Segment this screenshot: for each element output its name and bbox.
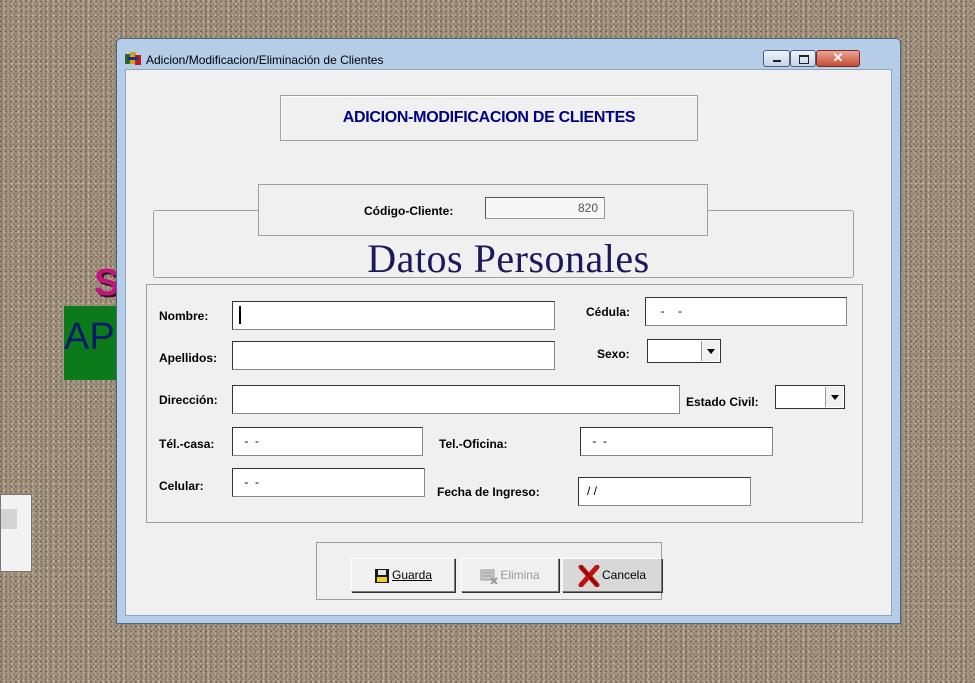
guarda-button[interactable]: Guarda [351, 558, 455, 592]
estado-civil-select[interactable] [775, 385, 845, 409]
sexo-label: Sexo: [597, 347, 630, 361]
cedula-label: Cédula: [586, 305, 631, 319]
window-title: Adicion/Modificacion/Eliminación de Clie… [146, 53, 384, 67]
client-code-field[interactable]: 820 [485, 197, 605, 219]
minimize-button[interactable] [763, 50, 790, 67]
nombre-field[interactable] [232, 301, 555, 330]
background-fragment-ap: AP [64, 306, 118, 380]
elimina-button: Elimina [461, 558, 559, 592]
direccion-field[interactable] [232, 385, 680, 414]
fecha-ingreso-field[interactable]: / / [578, 477, 751, 506]
sexo-select[interactable] [647, 339, 721, 363]
celular-label: Celular: [159, 479, 204, 493]
maximize-icon [799, 55, 809, 64]
heading-frame: ADICION-MODIFICACION DE CLIENTES [280, 95, 698, 141]
client-code-frame: Código-Cliente: 820 [258, 184, 708, 236]
tel-oficina-field[interactable]: - - [580, 427, 773, 456]
chevron-down-icon[interactable] [825, 387, 843, 407]
floppy-disk-icon [374, 568, 389, 583]
action-buttons-frame: Guarda Elimina Cancela [316, 542, 662, 600]
maximize-button[interactable] [790, 50, 816, 67]
chevron-down-icon[interactable] [701, 341, 719, 361]
cancela-button[interactable]: Cancela [562, 558, 662, 592]
apellidos-label: Apellidos: [159, 351, 218, 365]
title-bar[interactable]: Adicion/Modificacion/Eliminación de Clie… [117, 39, 900, 69]
apellidos-field[interactable] [232, 341, 555, 370]
client-code-label: Código-Cliente: [364, 204, 454, 218]
nombre-label: Nombre: [159, 309, 209, 323]
tel-casa-label: Tél.-casa: [159, 437, 215, 451]
personal-data-fields-frame: Nombre: Cédula: - - Apellidos: Sexo: Dir… [146, 284, 863, 523]
text-caret [239, 306, 241, 324]
app-icon [125, 52, 141, 65]
minimize-icon [773, 60, 781, 62]
estado-civil-label: Estado Civil: [686, 395, 759, 409]
form-heading: ADICION-MODIFICACION DE CLIENTES [342, 109, 636, 126]
background-window-fragment [0, 494, 32, 572]
background-window-button [1, 509, 17, 529]
close-button[interactable]: ✕ [816, 50, 860, 67]
direccion-label: Dirección: [159, 393, 218, 407]
form-client-area: ADICION-MODIFICACION DE CLIENTES Código-… [125, 69, 892, 616]
fecha-ingreso-label: Fecha de Ingreso: [437, 485, 540, 499]
section-title: Datos Personales [367, 236, 650, 281]
tel-casa-field[interactable]: - - [232, 427, 423, 456]
delete-record-icon [480, 569, 499, 584]
tel-oficina-label: Tel.-Oficina: [439, 437, 508, 451]
cedula-field[interactable]: - - [645, 297, 847, 326]
close-icon: ✕ [832, 50, 844, 65]
red-x-icon [578, 564, 600, 587]
celular-field[interactable]: - - [232, 468, 425, 497]
client-form-window: Adicion/Modificacion/Eliminación de Clie… [116, 38, 901, 624]
